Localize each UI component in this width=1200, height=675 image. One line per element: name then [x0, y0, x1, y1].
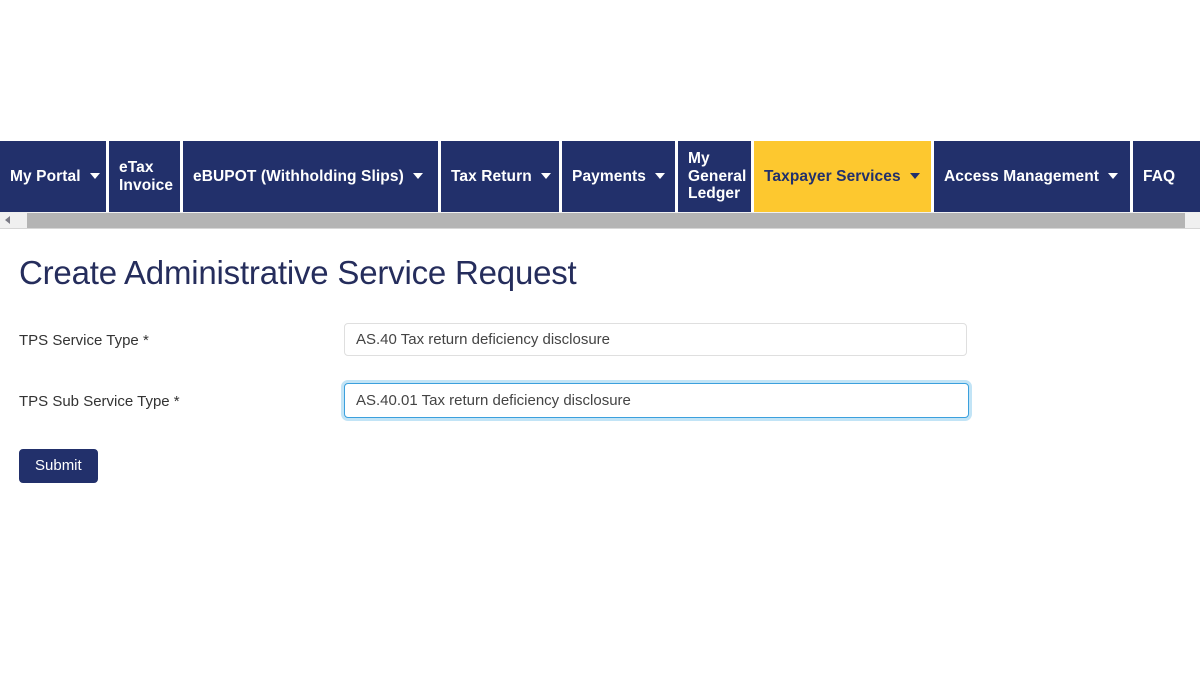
triangle-left-icon	[4, 216, 10, 224]
scroll-left-button[interactable]	[0, 212, 14, 228]
nav-item-label: Payments	[572, 167, 647, 185]
nav-item-etax-invoice[interactable]: eTax Invoice	[109, 141, 183, 212]
nav-item-label: Taxpayer Services	[764, 167, 901, 185]
main-navigation-wrapper: My Portal eTax Invoice eBUPOT (Withholdi…	[0, 141, 1200, 212]
chevron-down-icon	[540, 172, 551, 179]
scrollbar-thumb[interactable]	[27, 212, 1185, 228]
submit-button[interactable]: Submit	[19, 449, 98, 483]
chevron-down-icon	[412, 172, 423, 179]
chevron-down-icon	[89, 172, 100, 179]
nav-item-ebupot[interactable]: eBUPOT (Withholding Slips)	[183, 141, 441, 212]
nav-item-payments[interactable]: Payments	[562, 141, 678, 212]
chevron-down-icon	[655, 172, 666, 179]
tps-service-type-label: TPS Service Type *	[19, 332, 149, 349]
form-row-service-type: TPS Service Type *	[0, 323, 1200, 363]
nav-item-my-general-ledger[interactable]: My General Ledger	[678, 141, 754, 212]
chevron-down-icon	[1108, 172, 1119, 179]
nav-horizontal-scrollbar[interactable]	[0, 212, 1200, 229]
nav-item-label: Tax Return	[451, 167, 532, 185]
form-row-sub-service-type: TPS Sub Service Type *	[0, 383, 1200, 424]
nav-item-faq[interactable]: FAQ	[1133, 141, 1200, 212]
nav-item-label: FAQ	[1143, 167, 1176, 185]
scrollbar-track[interactable]	[14, 212, 1200, 228]
tps-sub-service-type-input[interactable]	[344, 383, 969, 418]
nav-item-access-management[interactable]: Access Management	[934, 141, 1133, 212]
nav-item-label: Access Management	[944, 167, 1100, 185]
nav-item-label: eBUPOT (Withholding Slips)	[193, 167, 404, 185]
tps-service-type-input[interactable]	[344, 323, 967, 356]
nav-item-label: My Portal	[10, 167, 81, 185]
nav-item-label: My General Ledger	[688, 149, 747, 203]
page-root: My Portal eTax Invoice eBUPOT (Withholdi…	[0, 0, 1200, 675]
chevron-down-icon	[909, 172, 920, 179]
header-blank-area	[0, 0, 1200, 141]
nav-item-my-portal[interactable]: My Portal	[0, 141, 109, 212]
main-navigation: My Portal eTax Invoice eBUPOT (Withholdi…	[0, 141, 1200, 212]
tps-sub-service-type-label: TPS Sub Service Type *	[19, 393, 180, 410]
main-content: Create Administrative Service Request TP…	[0, 229, 1200, 675]
nav-item-tax-return[interactable]: Tax Return	[441, 141, 562, 212]
nav-item-label: eTax Invoice	[119, 158, 174, 194]
nav-item-taxpayer-services[interactable]: Taxpayer Services	[754, 141, 934, 212]
page-title: Create Administrative Service Request	[19, 254, 577, 291]
